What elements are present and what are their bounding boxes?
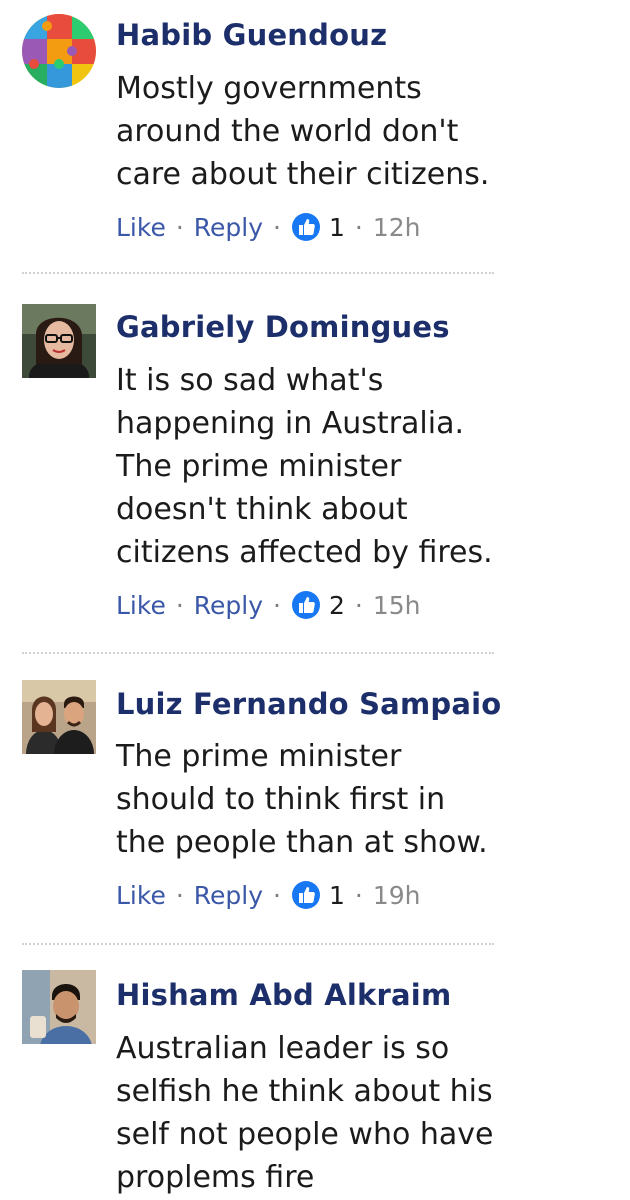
comment-text-line: Mostly governments	[116, 71, 422, 106]
comment-author[interactable]: Luiz Fernando Sampaio	[116, 687, 501, 721]
couple-photo-avatar-icon	[22, 680, 96, 754]
comment-text-line: happening in Australia.	[116, 406, 465, 441]
separator-dot: ·	[175, 880, 184, 910]
comment-text-line: doesn't think about	[116, 492, 408, 527]
like-link[interactable]: Like	[116, 881, 166, 910]
comment-author[interactable]: Habib Guendouz	[116, 18, 387, 52]
comment-text-line: The prime minister	[116, 739, 402, 774]
comment-text-line: around the world don't	[116, 114, 459, 149]
thumbs-up-icon[interactable]	[291, 880, 321, 910]
comment-text: Mostly governments around the world don'…	[116, 67, 616, 196]
comment-divider	[22, 943, 494, 945]
comment-text: The prime minister should to think first…	[116, 735, 616, 864]
comment-author[interactable]: Hisham Abd Alkraim	[116, 978, 451, 1012]
comment-divider	[22, 272, 494, 274]
comment-text-line: proplems fire	[116, 1160, 315, 1195]
comment-text-line: the people than at show.	[116, 825, 488, 860]
thumbs-up-icon[interactable]	[291, 590, 321, 620]
comment-text-line: should to think first in	[116, 782, 446, 817]
separator-dot: ·	[175, 590, 184, 620]
comment-author[interactable]: Gabriely Domingues	[116, 310, 450, 344]
comment-text-line: self not people who have	[116, 1117, 494, 1152]
separator-dot: ·	[354, 880, 363, 910]
avatar[interactable]	[22, 680, 96, 754]
comment-actions: Like · Reply · 1 · 12h	[116, 212, 421, 242]
separator-dot: ·	[354, 590, 363, 620]
separator-dot: ·	[273, 590, 281, 620]
comment-actions: Like · Reply · 1 · 19h	[116, 880, 421, 910]
comment-text-line: The prime minister	[116, 449, 402, 484]
reaction-count[interactable]: 2	[329, 591, 345, 620]
comment-timestamp[interactable]: 19h	[373, 881, 421, 910]
avatar[interactable]	[22, 970, 96, 1044]
comment-text: It is so sad what's happening in Austral…	[116, 359, 616, 574]
reply-link[interactable]: Reply	[194, 213, 263, 242]
separator-dot: ·	[273, 212, 281, 242]
like-link[interactable]: Like	[116, 213, 166, 242]
avatar[interactable]	[22, 14, 96, 88]
separator-dot: ·	[354, 212, 363, 242]
reply-link[interactable]: Reply	[194, 591, 263, 620]
comment-timestamp[interactable]: 15h	[373, 591, 421, 620]
woman-glasses-avatar-icon	[22, 304, 96, 378]
comment-timestamp[interactable]: 12h	[373, 213, 421, 242]
thumbs-up-icon[interactable]	[291, 212, 321, 242]
comment-text-line: care about their citizens.	[116, 157, 490, 192]
comment-actions: Like · Reply · 2 · 15h	[116, 590, 421, 620]
like-link[interactable]: Like	[116, 591, 166, 620]
avatar[interactable]	[22, 304, 96, 378]
man-photo-avatar-icon	[22, 970, 96, 1044]
comment-text-line: selfish he think about his	[116, 1074, 493, 1109]
separator-dot: ·	[273, 880, 281, 910]
reaction-count[interactable]: 1	[329, 213, 345, 242]
reaction-count[interactable]: 1	[329, 881, 345, 910]
comment-text-line: Australian leader is so	[116, 1031, 450, 1066]
comment-divider	[22, 652, 494, 654]
reply-link[interactable]: Reply	[194, 881, 263, 910]
separator-dot: ·	[175, 212, 184, 242]
comment-text-line: It is so sad what's	[116, 363, 384, 398]
comment-text: Australian leader is so selfish he think…	[116, 1027, 616, 1199]
puzzle-avatar-icon	[22, 14, 96, 88]
comment-text-line: citizens affected by fires.	[116, 535, 493, 570]
